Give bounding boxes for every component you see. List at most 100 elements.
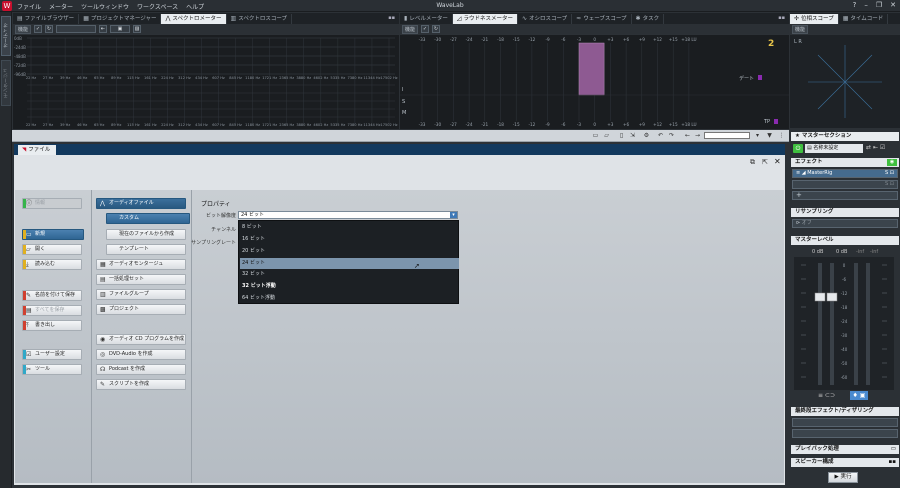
help-icon[interactable]: ?	[853, 1, 857, 9]
wavelab-logo-icon[interactable]: W	[2, 1, 12, 11]
close-icon[interactable]: ✕	[890, 1, 896, 9]
mono-lock-icon[interactable]: ♦ ▣	[850, 391, 868, 400]
undo-icon[interactable]: ↶	[657, 132, 664, 139]
option-32bit[interactable]: 32 ビット	[240, 269, 459, 280]
panel-menu-icon[interactable]: ▪▪	[388, 15, 395, 21]
refresh-icon[interactable]: ↻	[45, 25, 54, 33]
script-button[interactable]: ✎ スクリプトを作成	[96, 379, 186, 390]
refresh-icon[interactable]: ↻	[432, 25, 441, 33]
audio-file-button[interactable]: ⋀ オーディオファイル	[96, 198, 186, 209]
close-panel-icon[interactable]: ✕	[774, 157, 781, 166]
tab-project-manager[interactable]: ▦ プロジェクトマネージャー	[79, 14, 162, 24]
user-settings-button[interactable]: ☑ ユーザー設定	[22, 349, 82, 360]
vtab-montage[interactable]: モンタージュ	[1, 60, 11, 106]
solo-icon[interactable]: S ⊡	[885, 170, 894, 177]
function-menu[interactable]: 機能	[402, 24, 419, 34]
from-current-file-button[interactable]: 現在のファイルから作成	[106, 229, 186, 240]
export-button[interactable]: ⤒ 書き出し	[22, 320, 82, 331]
minimize-icon[interactable]: –	[864, 1, 868, 9]
option-8bit[interactable]: 8 ビット	[240, 222, 459, 233]
tab-timecode[interactable]: ▦ タイムコード	[839, 14, 889, 24]
cd-program-button[interactable]: ◉ オーディオ CD プログラムを作成	[96, 334, 186, 345]
effect-slot-masterrig[interactable]: ≡ ◢ MasterRig S ⊡	[792, 169, 898, 178]
popout-icon[interactable]: ⇱	[762, 158, 768, 166]
tools-button[interactable]: ✂ ツール	[22, 364, 82, 375]
link-icons[interactable]: ≡ ⊂⊃	[818, 392, 835, 399]
eye-icon[interactable]: ◉	[887, 159, 897, 166]
menu-toolwindow[interactable]: ツールウィンドウ	[81, 2, 129, 11]
tab-file[interactable]: ◥ ファイル	[18, 145, 57, 155]
pin-icon[interactable]: ▼	[766, 132, 773, 139]
copy-icon[interactable]: ⧉	[750, 158, 755, 167]
tab-oscilloscope[interactable]: ∿ オシロスコープ	[518, 14, 573, 24]
info-button[interactable]: ⓘ 情報	[22, 198, 82, 209]
master-tools-icons[interactable]: ⇄ ⇤ ☑	[866, 144, 885, 151]
menu-workspace[interactable]: ワークスペース	[137, 2, 178, 11]
tab-spectroscope[interactable]: ▥ スペクトロスコープ	[227, 14, 292, 24]
panel-menu-icon[interactable]: ▪▪	[778, 15, 785, 21]
option-20bit[interactable]: 20 ビット	[240, 246, 459, 257]
render-button[interactable]: ▶ 実行	[828, 472, 858, 483]
open-folder-icon[interactable]: ▱	[603, 132, 610, 139]
skip-start-icon[interactable]: ⇤	[99, 25, 108, 33]
save-all-button[interactable]: ▤ すべてを保存	[22, 305, 82, 316]
menu-help[interactable]: ヘルプ	[186, 2, 204, 11]
check-icon[interactable]: ✓	[421, 25, 430, 33]
tab-wavescope[interactable]: ≈ ウェーブスコープ	[572, 14, 632, 24]
function-menu[interactable]: 機能	[792, 24, 809, 34]
save-icon[interactable]: ▯	[618, 132, 625, 139]
podcast-button[interactable]: ☊ Podcast を作成	[96, 364, 186, 375]
option-16bit[interactable]: 16 ビット	[240, 234, 459, 245]
camera-icon[interactable]: ▣	[110, 25, 131, 33]
template-button[interactable]: テンプレート	[106, 244, 186, 255]
vtab-audio[interactable]: オーディオ	[1, 16, 11, 56]
import-button[interactable]: ⤓ 読み込む	[22, 259, 82, 270]
resampling-slot[interactable]: ⊳ オフ	[792, 219, 898, 228]
more-icon[interactable]: ⋮	[778, 132, 785, 139]
tab-file-browser[interactable]: ▤ ファイルブラウザー	[13, 14, 80, 24]
option-64bit-float[interactable]: 64 ビット浮動	[240, 293, 459, 304]
tab-loudness-meter[interactable]: ◿ ラウドネスメーター	[452, 14, 518, 24]
snapshot-icon[interactable]: ▨	[133, 25, 142, 33]
export-icon[interactable]: ⇲	[629, 132, 636, 139]
bit-depth-select[interactable]: 24 ビット ▾	[238, 211, 458, 219]
open-button[interactable]: ▱ 開く	[22, 244, 82, 255]
wave-icon: ≈	[576, 15, 582, 22]
project-button[interactable]: ▩ プロジェクト	[96, 304, 186, 315]
new-file-icon[interactable]: ▭	[592, 132, 599, 139]
option-32bit-float[interactable]: 32 ビット浮動	[240, 281, 459, 292]
monitor-icon[interactable]: ▭	[891, 445, 896, 454]
tab-level-meter[interactable]: ▮ レベルメーター	[400, 14, 453, 24]
restore-icon[interactable]: ❐	[876, 1, 882, 9]
tab-phase-scope[interactable]: ✢ 位相スコープ	[790, 14, 839, 24]
dropdown-arrow-icon[interactable]: ▾	[754, 132, 761, 139]
final-slot-1[interactable]	[792, 418, 898, 427]
tab-spectrometer[interactable]: ⋀ スペクトロメーター	[161, 14, 227, 24]
tab-task[interactable]: ✱ タスク	[632, 14, 665, 24]
option-24bit[interactable]: 24 ビット	[240, 258, 459, 269]
final-slot-2[interactable]	[792, 429, 898, 438]
file-group-button[interactable]: ▥ ファイルグループ	[96, 289, 186, 300]
history-dropdown[interactable]	[704, 132, 750, 139]
effect-slot-empty[interactable]: S ⊡	[792, 180, 898, 189]
chevron-down-icon[interactable]: ▾	[450, 212, 457, 218]
save-as-button[interactable]: ✎ 名前を付けて保存	[22, 290, 82, 301]
speaker-menu-icon[interactable]: ▪▪	[889, 458, 896, 467]
menu-file[interactable]: ファイル	[17, 2, 41, 11]
dvd-audio-button[interactable]: ◎ DVD-Audio を作成	[96, 349, 186, 360]
back-icon[interactable]: ←	[684, 132, 691, 139]
check-icon[interactable]: ✓	[34, 25, 43, 33]
forward-icon[interactable]: →	[694, 132, 701, 139]
add-effect-button[interactable]: +	[792, 191, 898, 200]
custom-button[interactable]: カスタム	[106, 213, 190, 224]
preset-field[interactable]: ▤ 名称未設定	[805, 144, 863, 153]
preset-field[interactable]	[56, 25, 97, 33]
menu-meter[interactable]: メーター	[49, 2, 73, 11]
batch-set-button[interactable]: ▤ 一括処理セット	[96, 274, 186, 285]
power-icon[interactable]: ⏻	[793, 144, 803, 153]
audio-montage-button[interactable]: ▦ オーディオモンタージュ	[96, 259, 186, 270]
new-button[interactable]: ▭ 新規	[22, 229, 84, 240]
redo-icon[interactable]: ↷	[668, 132, 675, 139]
settings-icon[interactable]: ⚙	[643, 132, 650, 139]
function-menu[interactable]: 機能	[15, 24, 32, 34]
